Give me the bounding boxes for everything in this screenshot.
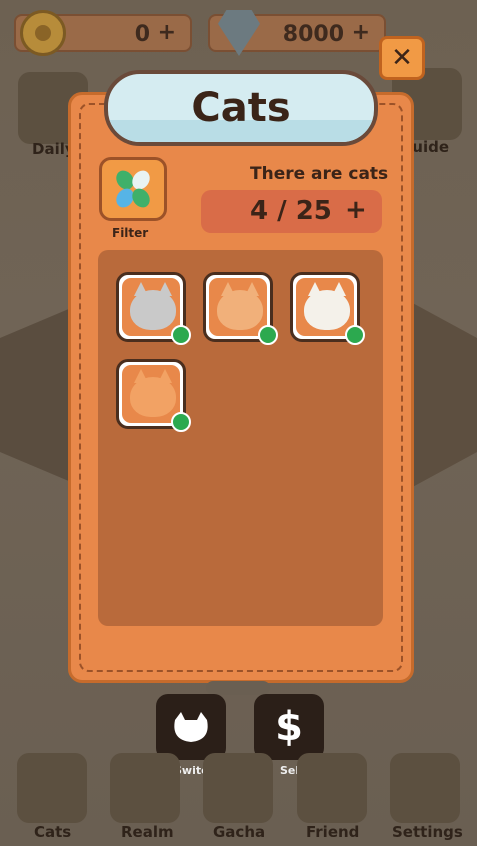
- coin-plus[interactable]: +: [158, 20, 176, 45]
- cat-count-label: There are cats: [250, 164, 389, 184]
- nav-gacha-label: Gacha: [213, 823, 266, 841]
- nav-gacha[interactable]: [203, 753, 273, 823]
- cat-card[interactable]: [203, 272, 278, 345]
- cat-card[interactable]: [290, 272, 365, 345]
- dialog-title: Cats: [191, 85, 291, 131]
- nav-cats-label: Cats: [34, 823, 72, 841]
- gem-value: 8000: [282, 22, 344, 47]
- close-icon: ✕: [391, 43, 413, 73]
- coin-value: 0: [134, 22, 150, 47]
- nav-cats[interactable]: [17, 753, 87, 823]
- gray-tabby-cat-icon: [130, 282, 176, 330]
- cat-card[interactable]: [116, 359, 191, 432]
- nav-settings-label: Settings: [392, 823, 463, 841]
- nav-realm-label: Realm: [121, 823, 174, 841]
- cat-count-value: 4 / 25: [250, 196, 332, 226]
- filter-icon: [116, 170, 150, 208]
- coin-icon: [20, 10, 66, 56]
- calico-cat-icon: [304, 282, 350, 330]
- owned-badge-icon: [171, 325, 191, 345]
- filter-label: Filter: [112, 226, 149, 240]
- dialog-title-bar: Cats: [104, 70, 378, 146]
- sell-button[interactable]: $: [254, 694, 324, 760]
- cat-head-icon: [174, 712, 208, 742]
- nav-realm[interactable]: [110, 753, 180, 823]
- close-button[interactable]: ✕: [379, 36, 425, 80]
- page-indicator: [206, 681, 270, 695]
- owned-badge-icon: [171, 412, 191, 432]
- nav-friend-label: Friend: [306, 823, 360, 841]
- gem-plus[interactable]: +: [352, 20, 370, 45]
- orange-tabby-cat-icon: [130, 369, 176, 417]
- filter-button[interactable]: [99, 157, 167, 221]
- switch-button[interactable]: [156, 694, 226, 760]
- dollar-icon: $: [275, 704, 303, 750]
- orange-calico-cat-icon: [217, 282, 263, 330]
- cat-count-plus[interactable]: +: [345, 195, 367, 225]
- owned-badge-icon: [258, 325, 278, 345]
- nav-settings[interactable]: [390, 753, 460, 823]
- cat-card[interactable]: [116, 272, 191, 345]
- owned-badge-icon: [345, 325, 365, 345]
- nav-friend[interactable]: [297, 753, 367, 823]
